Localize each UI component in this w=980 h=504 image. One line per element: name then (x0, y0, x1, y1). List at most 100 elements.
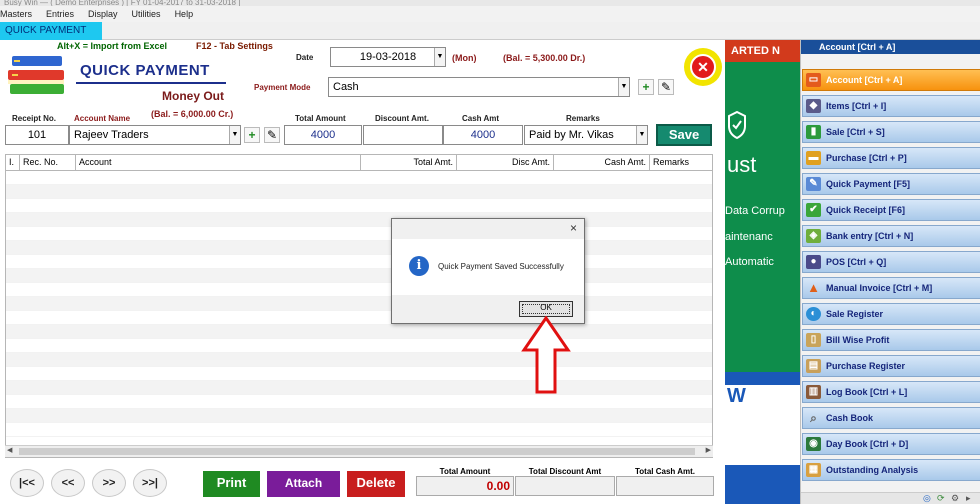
grid-row[interactable] (6, 283, 712, 297)
grid-row[interactable] (6, 269, 712, 283)
menu-help[interactable]: Help (175, 6, 194, 22)
ok-button[interactable]: OK (519, 301, 573, 317)
date-dropdown-icon[interactable]: ▼ (434, 48, 445, 66)
grid-row[interactable] (6, 185, 712, 199)
sidebar-item-quick-receipt[interactable]: ✔ Quick Receipt [F6] (802, 199, 980, 221)
background-banner: ARTED N (725, 40, 800, 62)
sidebar-item-items[interactable]: ◆ Items [Ctrl + I] (802, 95, 980, 117)
grid-row[interactable] (6, 325, 712, 339)
menu-entries[interactable]: Entries (46, 6, 74, 22)
col-rec-no[interactable]: Rec. No. (20, 155, 76, 170)
menu-display[interactable]: Display (88, 6, 118, 22)
col-cash-amt[interactable]: Cash Amt. (554, 155, 650, 170)
remarks-select[interactable]: Paid by Mr. Vikas ▼ (524, 125, 648, 145)
sidebar-item-manual-invoice[interactable]: ▲ Manual Invoice [Ctrl + M] (802, 277, 980, 299)
annotation-arrow-icon (521, 316, 571, 394)
previous-record-button[interactable]: << (51, 469, 85, 497)
tray-arrow-icon[interactable]: ▸ (966, 493, 971, 504)
sidebar-item-purchase[interactable]: ▬ Purchase [Ctrl + P] (802, 147, 980, 169)
payment-mode-dropdown-icon[interactable]: ▼ (618, 78, 629, 96)
account-name-select[interactable]: Rajeev Traders ▼ (69, 125, 241, 145)
payment-mode-value: Cash (333, 81, 359, 93)
tab-quick-payment[interactable]: QUICK PAYMENT (0, 22, 102, 40)
tray-network-icon[interactable]: ◎ (923, 493, 931, 504)
sidebar-item-pos[interactable]: ● POS [Ctrl + Q] (802, 251, 980, 273)
edit-account-icon[interactable]: ✎ (264, 127, 280, 143)
receipt-no-value: 101 (27, 129, 47, 141)
close-icon[interactable]: ✕ (690, 54, 716, 80)
date-field[interactable]: 19-03-2018 ▼ (330, 47, 446, 67)
remarks-dropdown-icon[interactable]: ▼ (636, 126, 647, 144)
grid-row[interactable] (6, 227, 712, 241)
grid-row[interactable] (6, 199, 712, 213)
sidebar-item-bill-wise-profit[interactable]: ▯ Bill Wise Profit (802, 329, 980, 351)
sidebar-item-purchase-register[interactable]: ▤ Purchase Register (802, 355, 980, 377)
sidebar-item-quick-payment[interactable]: ✎ Quick Payment [F5] (802, 173, 980, 195)
tray-sync-icon[interactable]: ⟳ (937, 493, 945, 504)
grid-row[interactable] (6, 339, 712, 353)
sidebar-item-bank-entry[interactable]: ◈ Bank entry [Ctrl + N] (802, 225, 980, 247)
menu-masters[interactable]: Masters (0, 6, 32, 22)
grid-horizontal-scrollbar[interactable]: ◀ ▶ (5, 445, 713, 457)
col-total-amt[interactable]: Total Amt. (361, 155, 457, 170)
add-account-icon[interactable]: + (244, 127, 260, 143)
grid-row[interactable] (6, 311, 712, 325)
col-remarks[interactable]: Remarks (650, 155, 712, 170)
discount-label: Discount Amt. (375, 114, 429, 123)
grid-row[interactable] (6, 171, 712, 185)
receipt-no-field[interactable]: 101 (5, 125, 69, 145)
sidebar-item-day-book[interactable]: ◉ Day Book [Ctrl + D] (802, 433, 980, 455)
account-dropdown-icon[interactable]: ▼ (229, 126, 240, 144)
sidebar-item-sale[interactable]: ▮ Sale [Ctrl + S] (802, 121, 980, 143)
menu-utilities[interactable]: Utilities (132, 6, 161, 22)
grid-row[interactable] (6, 367, 712, 381)
purchase-icon: ▬ (806, 151, 821, 165)
delete-button[interactable]: Delete (347, 471, 405, 497)
settings-hint: F12 - Tab Settings (196, 41, 273, 51)
books-logo-icon (8, 56, 64, 94)
sidebar-item-label: Outstanding Analysis (826, 465, 919, 475)
attach-button[interactable]: Attach (267, 471, 340, 497)
col-disc-amt[interactable]: Disc Amt. (457, 155, 554, 170)
grid-row[interactable] (6, 395, 712, 409)
sidebar-item-sale-register[interactable]: ◐ Sale Register (802, 303, 980, 325)
scroll-left-icon[interactable]: ◀ (7, 446, 12, 454)
total-discount-footer-field (515, 476, 615, 496)
payments-grid[interactable]: I. Rec. No. Account Total Amt. Disc Amt.… (5, 154, 713, 458)
discount-field[interactable] (363, 125, 443, 145)
sidebar-item-outstanding-analysis[interactable]: ▦ Outstanding Analysis (802, 459, 980, 481)
sidebar-item-label: Purchase Register (826, 361, 906, 371)
grid-row[interactable] (6, 423, 712, 437)
col-account[interactable]: Account (76, 155, 361, 170)
cash-amt-field[interactable]: 4000 (443, 125, 523, 145)
payment-mode-select[interactable]: Cash ▼ (328, 77, 630, 97)
total-amount-field[interactable]: 4000 (284, 125, 362, 145)
sidebar-item-label: Purchase [Ctrl + P] (826, 153, 907, 163)
first-record-button[interactable]: |<< (10, 469, 44, 497)
grid-scroll-thumb[interactable] (19, 448, 695, 455)
sidebar-item-log-book[interactable]: ▥ Log Book [Ctrl + L] (802, 381, 980, 403)
dialog-close-icon[interactable]: × (570, 221, 577, 235)
grid-row[interactable] (6, 241, 712, 255)
grid-row[interactable] (6, 255, 712, 269)
col-index[interactable]: I. (6, 155, 20, 170)
grid-row[interactable] (6, 353, 712, 367)
log-book-icon: ▥ (806, 385, 821, 399)
grid-row[interactable] (6, 409, 712, 423)
grid-row[interactable] (6, 297, 712, 311)
outstanding-analysis-icon: ▦ (806, 463, 821, 477)
add-payment-mode-icon[interactable]: + (638, 79, 654, 95)
save-button[interactable]: Save (656, 124, 712, 146)
grid-row[interactable] (6, 213, 712, 227)
sidebar-item-label: Day Book [Ctrl + D] (826, 439, 909, 449)
sidebar-item-cash-book[interactable]: ⌕ Cash Book (802, 407, 980, 429)
sidebar-item-account[interactable]: ▭ Account [Ctrl + A] (802, 69, 980, 91)
tray-settings-icon[interactable]: ⚙ (951, 493, 959, 504)
next-record-button[interactable]: >> (92, 469, 126, 497)
grid-row[interactable] (6, 381, 712, 395)
print-button[interactable]: Print (203, 471, 260, 497)
scroll-right-icon[interactable]: ▶ (706, 446, 711, 454)
sidebar-scrollbar[interactable]: ◎ ⟳ ⚙ ▸ (801, 492, 980, 504)
edit-payment-mode-icon[interactable]: ✎ (658, 79, 674, 95)
last-record-button[interactable]: >>| (133, 469, 167, 497)
